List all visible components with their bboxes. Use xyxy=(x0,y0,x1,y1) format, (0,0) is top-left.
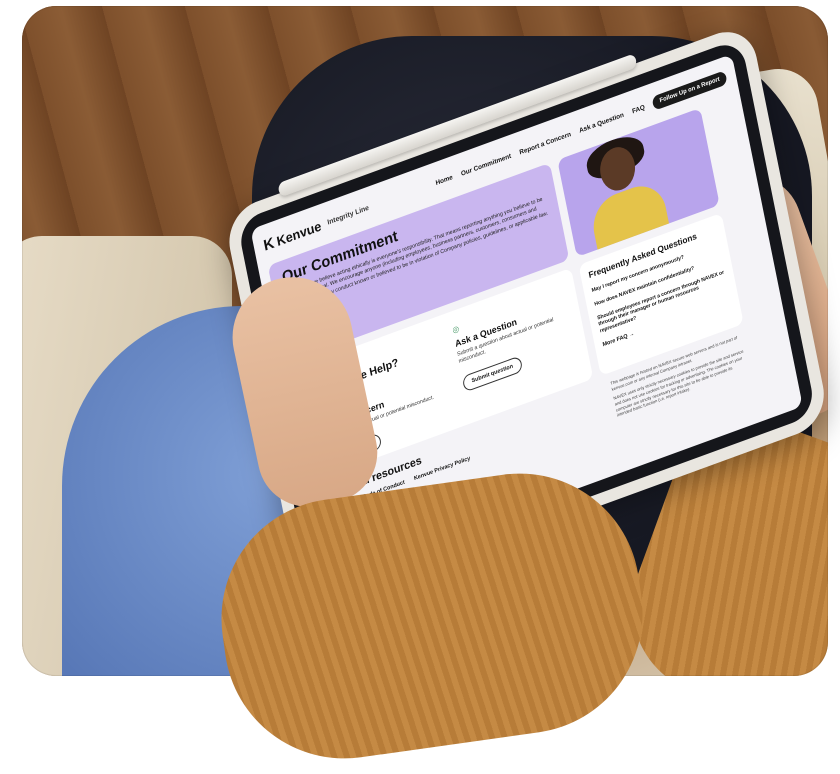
nav-home[interactable]: Home xyxy=(435,173,453,186)
brand-name: Kenvue xyxy=(275,217,323,249)
nav-our-commitment[interactable]: Our Commitment xyxy=(460,152,511,177)
ask-question-section: ◎ Ask a Question Submit a question about… xyxy=(452,285,578,393)
read-more-link[interactable]: Read More → xyxy=(292,314,329,333)
brand-subtitle: Integrity Line xyxy=(326,204,370,227)
nav-faq[interactable]: FAQ xyxy=(631,103,645,115)
kenvue-logo-mark: K xyxy=(262,233,276,255)
nav-report-concern[interactable]: Report a Concern xyxy=(519,130,572,156)
nav-ask-question[interactable]: Ask a Question xyxy=(579,111,625,134)
